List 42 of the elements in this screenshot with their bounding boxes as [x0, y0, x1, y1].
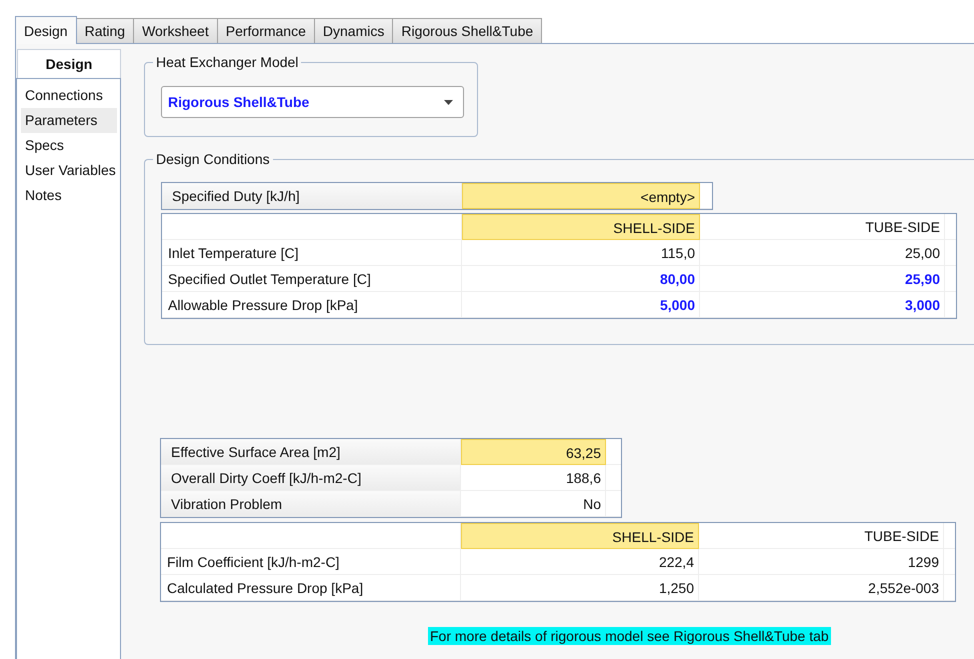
- sidebar-item[interactable]: Connections: [21, 83, 117, 108]
- column-header: SHELL-SIDE: [461, 523, 699, 549]
- row-label: Inlet Temperature [C]: [162, 240, 462, 266]
- tab[interactable]: Design: [15, 16, 77, 44]
- model-dropdown[interactable]: Rigorous Shell&Tube: [161, 86, 464, 118]
- value-cell[interactable]: No: [461, 491, 606, 517]
- sidebar-item[interactable]: Parameters: [21, 108, 117, 133]
- value-cell[interactable]: 3,000: [700, 292, 945, 318]
- row-label: Overall Dirty Coeff [kJ/h-m2-C]: [161, 465, 461, 491]
- value-cell[interactable]: 5,000: [462, 292, 700, 318]
- row-label: Allowable Pressure Drop [kPa]: [162, 292, 462, 318]
- column-header: TUBE-SIDE: [699, 523, 944, 549]
- value-cell[interactable]: <empty>: [462, 183, 700, 209]
- row-label: Effective Surface Area [m2]: [161, 439, 461, 465]
- value-cell[interactable]: 115,0: [462, 240, 700, 266]
- value-cell[interactable]: 188,6: [461, 465, 606, 491]
- value-cell: 2,552e-003: [699, 575, 944, 601]
- tab[interactable]: Performance: [216, 18, 315, 43]
- value-cell[interactable]: 25,90: [700, 266, 945, 292]
- row-label: Specified Duty [kJ/h]: [162, 183, 462, 209]
- tab[interactable]: Rigorous Shell&Tube: [392, 18, 542, 43]
- tab[interactable]: Worksheet: [133, 18, 218, 43]
- tab[interactable]: Dynamics: [314, 18, 394, 43]
- sidebar-item[interactable]: Notes: [21, 183, 117, 208]
- value-cell[interactable]: 80,00: [462, 266, 700, 292]
- row-label: Vibration Problem: [161, 491, 461, 517]
- value-cell[interactable]: 25,00: [700, 240, 945, 266]
- row-label: Film Coefficient [kJ/h-m2-C]: [161, 549, 461, 575]
- info-note: For more details of rigorous model see Rigorous Shell&Tube tab: [428, 627, 831, 645]
- column-header: SHELL-SIDE: [462, 214, 700, 240]
- column-header: TUBE-SIDE: [700, 214, 945, 240]
- caret-icon: [444, 100, 453, 104]
- sidebar-item[interactable]: Specs: [21, 133, 117, 158]
- row-label: Calculated Pressure Drop [kPa]: [161, 575, 461, 601]
- tab[interactable]: Rating: [76, 18, 134, 43]
- value-cell[interactable]: 63,25: [461, 439, 606, 465]
- value-cell: 222,4: [461, 549, 699, 575]
- row-label: Specified Outlet Temperature [C]: [162, 266, 462, 292]
- sidebar-item[interactable]: User Variables: [21, 158, 117, 183]
- value-cell: 1299: [699, 549, 944, 575]
- sidebar-title: Design: [17, 49, 121, 78]
- value-cell: 1,250: [461, 575, 699, 601]
